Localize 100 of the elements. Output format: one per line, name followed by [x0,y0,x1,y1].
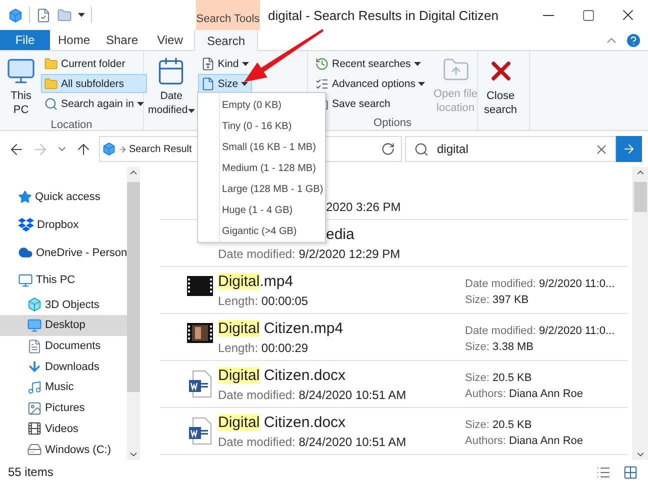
date-modified-button[interactable]: Date modified [148,54,195,130]
breadcrumb-separator-icon [118,144,127,154]
file-detail: 2020 3:26 PM [326,200,401,214]
ribbon-tab[interactable]: Search [194,30,258,51]
explorer-icon [8,8,23,22]
folders-icon [44,76,58,90]
drive-icon [27,442,42,458]
history-icon [315,56,329,70]
file-name[interactable]: Digital Citizen.docx [218,367,346,386]
group-label: Options [374,117,412,130]
file-name[interactable]: Digital Citizen.docx [218,414,346,433]
nav-item[interactable]: Music [0,377,127,398]
new-folder-icon [57,8,72,22]
word-document-icon [188,417,212,445]
size-button[interactable]: Size [198,74,252,93]
nav-item[interactable]: This PC [0,266,127,294]
scrollbar-thumb[interactable] [634,182,646,212]
search-field[interactable]: digital [405,136,616,162]
menu-item[interactable]: Empty (0 KB) [198,95,325,116]
file-property: Authors: Diana Ann Roe [465,388,584,400]
file-menu-tab[interactable]: File [0,30,50,50]
file-property: Date modified: 9/2/2020 11:0... [465,278,616,290]
desktop-icon [27,318,42,333]
scrollbar[interactable] [632,167,648,460]
video-file-icon [187,276,213,296]
search-icon [44,96,58,110]
nav-item[interactable]: 3D Objects [0,294,127,315]
dropbox-icon [18,217,34,232]
search-again-button[interactable]: Search again in [41,94,147,113]
menu-item[interactable]: Gigantic (>4 GB) [198,221,325,242]
file-detail: Date modified: 9/2/2020 12:29 PM [218,247,400,261]
search-icon [414,142,429,156]
file-detail: Length: 00:00:29 [218,341,308,355]
grid-icon [623,464,638,480]
window-title: digital - Search Results in Digital Citizen [267,6,500,25]
star-icon [18,190,32,204]
nav-item[interactable]: Desktop [0,314,127,336]
customize-caret-icon [78,13,85,17]
caret-icon [136,102,144,106]
kind-button[interactable]: Kind [198,54,252,73]
caret-icon [242,62,249,66]
caret-icon [414,62,421,66]
menu-item[interactable]: Small (16 KB - 1 MB) [198,137,325,158]
contextual-tab-label: Search Tools [196,0,260,30]
nav-item[interactable]: Downloads [0,356,127,378]
video-thumbnail-icon [187,323,213,343]
menu-item[interactable]: Huge (1 - 4 GB) [198,200,325,221]
recent-searches-button[interactable]: Recent searches [312,54,428,73]
file-property: Authors: Diana Ann Roe [465,435,584,447]
close-search-button[interactable]: Close search [482,54,520,130]
file-name[interactable]: Digital.mp4 [218,273,294,292]
location-icon [102,142,116,156]
item-count: 55 items [8,465,54,479]
file-property: Size: 20.5 KB [465,419,533,431]
current-folder-button[interactable]: Current folder [41,54,147,73]
all-subfolders-button[interactable]: All subfolders [41,74,147,93]
menu-item[interactable]: Tiny (0 - 16 KB) [198,116,325,137]
file-name[interactable]: edia [326,226,354,245]
file-types-icon [200,56,215,70]
nav-item[interactable]: Dropbox [0,210,127,239]
nav-item[interactable]: Quick access [0,183,127,211]
menu-item[interactable]: Large (128 MB - 1 GB) [198,179,325,200]
this-pc-button[interactable]: This PC [4,54,38,119]
checklist-icon [315,76,329,90]
search-button[interactable] [616,136,642,162]
computer-icon [6,56,36,86]
film-icon [27,421,42,436]
nav-item[interactable]: OneDrive - Person [0,238,127,266]
page-icon [200,76,215,90]
nav-item[interactable]: Pictures [0,398,127,419]
folder-icon [44,56,58,70]
group-label: Location [50,119,92,131]
word-document-icon [188,370,212,398]
computer-icon [18,272,33,288]
cloud-icon [18,245,33,260]
nav-item[interactable]: Windows (C:) [0,439,127,460]
file-detail: Date modified: 8/24/2020 10:51 AM [218,435,406,449]
maximize-icon [582,8,594,22]
scrollbar[interactable] [127,167,140,460]
help-icon [625,32,642,48]
file-property: Size: 20.5 KB [465,372,533,384]
download-icon [27,359,42,374]
nav-item[interactable]: Videos [0,418,127,440]
advanced-options-button[interactable]: Advanced options [312,74,428,93]
caret-icon [418,82,426,86]
scrollbar-thumb[interactable] [127,182,140,392]
file-detail: Date modified: 8/24/2020 10:51 AM [218,388,406,402]
caret-icon [241,82,248,86]
file-property: Date modified: 9/2/2020 11:0... [465,325,616,337]
list-icon [596,464,611,480]
file-name[interactable]: Digital Citizen.mp4 [218,320,344,339]
file-property: Size: 3.38 MB [465,341,534,353]
minimize-icon [542,14,554,16]
music-icon [27,380,42,395]
document-icon [27,338,42,354]
file-detail: Length: 00:00:05 [218,294,308,308]
nav-item[interactable]: Documents [0,336,127,356]
caret-icon [188,109,195,113]
picture-icon [27,400,42,416]
cube-icon [27,297,42,312]
